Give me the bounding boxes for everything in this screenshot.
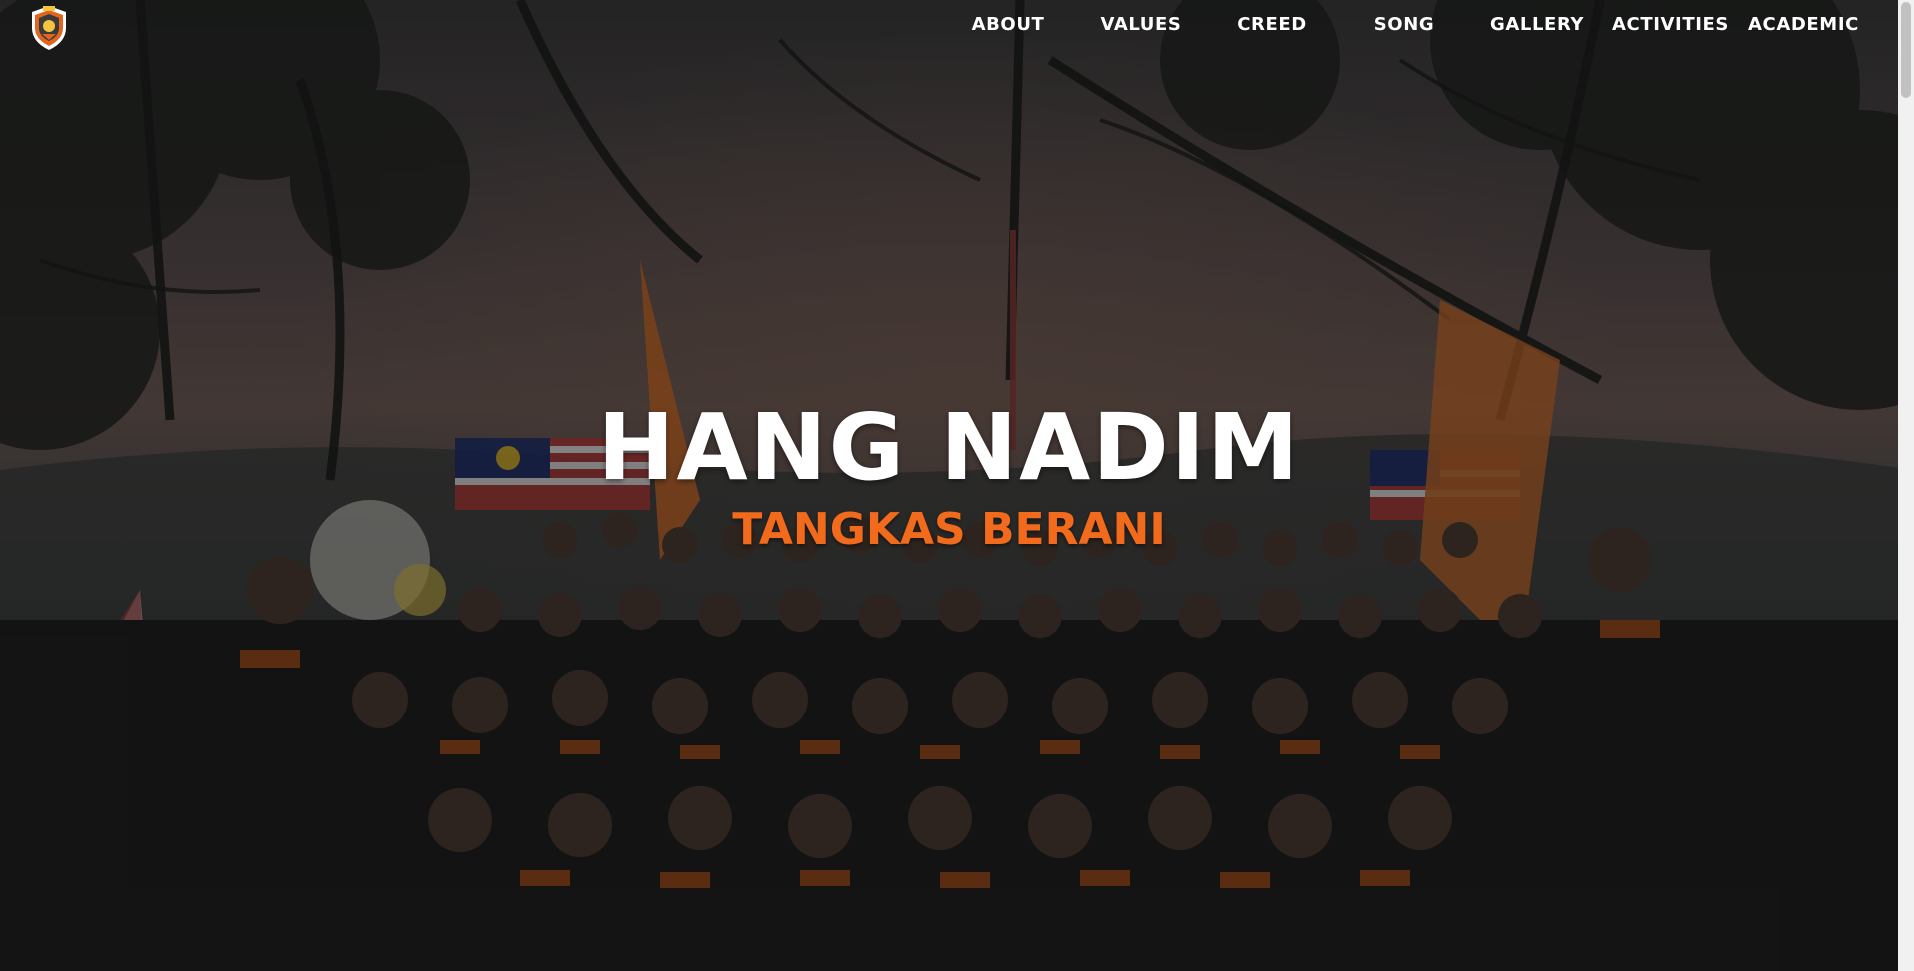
hero-tagline: TANGKAS BERANI [732, 504, 1166, 555]
nav-link-creed[interactable]: CREED [1234, 12, 1310, 38]
nav-link-activities[interactable]: ACTIVITIES [1612, 12, 1728, 38]
nav-link-song[interactable]: SONG [1369, 12, 1439, 38]
vertical-scrollbar[interactable] [1898, 0, 1914, 971]
top-navigation: ABOUT VALUES CREED SONG GALLERY ACTIVITI… [0, 0, 1898, 52]
scrollbar-thumb[interactable] [1901, 2, 1911, 98]
nav-link-about[interactable]: ABOUT [968, 12, 1048, 38]
nav-link-academic[interactable]: ACADEMIC [1748, 12, 1858, 38]
logo-shield-crest-icon[interactable] [28, 4, 70, 52]
hero-title: HANG NADIM [597, 394, 1301, 501]
landing-page: ABOUT VALUES CREED SONG GALLERY ACTIVITI… [0, 0, 1914, 971]
nav-link-gallery[interactable]: GALLERY [1490, 12, 1584, 38]
nav-link-values[interactable]: VALUES [1099, 12, 1183, 38]
